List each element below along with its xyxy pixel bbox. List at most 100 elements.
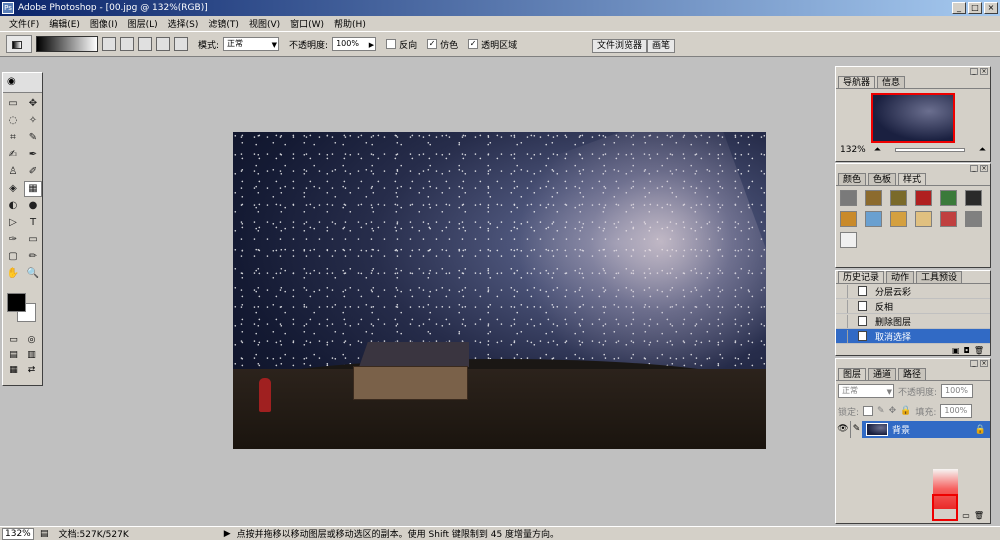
history-source-check[interactable] bbox=[836, 299, 848, 313]
menu-select[interactable]: 选择(S) bbox=[163, 17, 204, 30]
style-swatch[interactable] bbox=[840, 232, 857, 248]
menu-filter[interactable]: 滤镜(T) bbox=[203, 17, 244, 30]
angle-gradient-button[interactable] bbox=[138, 37, 152, 51]
tab-actions[interactable]: 动作 bbox=[886, 271, 915, 283]
zoom-in-icon[interactable]: ⏶ bbox=[979, 145, 986, 155]
zoom-slider[interactable] bbox=[894, 148, 965, 152]
zoom-out-icon[interactable]: ⏶ bbox=[874, 145, 881, 155]
status-zoom-input[interactable]: 132% bbox=[2, 527, 34, 540]
hand-tool-icon[interactable]: ✋ bbox=[4, 266, 22, 282]
brushes-tab[interactable]: 画笔 bbox=[647, 39, 676, 53]
new-layer-icon[interactable]: ▭ bbox=[962, 511, 970, 520]
path-selection-tool-icon[interactable]: ▷ bbox=[4, 215, 22, 231]
navigator-zoom-value[interactable]: 132% bbox=[840, 145, 866, 155]
history-brush-tool-icon[interactable]: ✐ bbox=[24, 164, 42, 180]
style-swatch[interactable] bbox=[915, 190, 932, 206]
gradient-picker[interactable] bbox=[36, 36, 98, 52]
menu-window[interactable]: 窗口(W) bbox=[285, 17, 329, 30]
history-item[interactable]: 分层云彩 bbox=[836, 284, 990, 299]
lock-all-icon[interactable]: 🔒 bbox=[900, 406, 911, 416]
move-tool-icon[interactable]: ✥ bbox=[24, 96, 42, 112]
brush-tool-icon[interactable]: ✒ bbox=[24, 147, 42, 163]
maximize-button[interactable]: □ bbox=[968, 2, 982, 14]
type-tool-icon[interactable]: T bbox=[24, 215, 42, 231]
eraser-tool-icon[interactable]: ◈ bbox=[4, 181, 22, 197]
lock-transparency-checkbox[interactable] bbox=[863, 406, 874, 416]
style-swatch[interactable] bbox=[840, 190, 857, 206]
style-swatch[interactable] bbox=[965, 190, 982, 206]
eye-icon[interactable]: 👁 bbox=[836, 421, 850, 438]
panel-minimize-button[interactable]: _ bbox=[970, 165, 978, 172]
shape-tool-icon[interactable]: ▭ bbox=[24, 232, 42, 248]
diamond-gradient-button[interactable] bbox=[174, 37, 188, 51]
screen-mode-full-icon[interactable]: ▦ bbox=[5, 363, 22, 377]
lock-move-icon[interactable]: ✥ bbox=[889, 406, 897, 416]
menu-image[interactable]: 图像(I) bbox=[85, 17, 123, 30]
fill-input[interactable]: 100% bbox=[940, 404, 973, 418]
panel-minimize-button[interactable]: _ bbox=[970, 68, 978, 75]
tab-layers[interactable]: 图层 bbox=[838, 368, 867, 380]
gradient-tool-icon[interactable]: ▦ bbox=[24, 181, 42, 197]
style-swatch[interactable] bbox=[965, 211, 982, 227]
layer-opacity-input[interactable]: 100% bbox=[941, 384, 974, 398]
history-item[interactable]: 反相 bbox=[836, 299, 990, 314]
style-swatch[interactable] bbox=[940, 190, 957, 206]
linear-gradient-button[interactable] bbox=[102, 37, 116, 51]
reverse-checkbox[interactable] bbox=[386, 39, 397, 49]
navigator-thumbnail[interactable] bbox=[871, 93, 955, 143]
history-item-selected[interactable]: 取消选择 bbox=[836, 329, 990, 344]
reflected-gradient-button[interactable] bbox=[156, 37, 170, 51]
style-swatch[interactable] bbox=[940, 211, 957, 227]
notes-tool-icon[interactable]: ▢ bbox=[4, 249, 22, 265]
radial-gradient-button[interactable] bbox=[120, 37, 134, 51]
mode-select[interactable]: 正常 ▼ bbox=[223, 37, 280, 51]
style-swatch[interactable] bbox=[915, 211, 932, 227]
eyedropper-tool-icon[interactable]: ✏ bbox=[24, 249, 42, 265]
jump-to-imageready-icon[interactable]: ⇄ bbox=[23, 363, 40, 377]
crop-tool-icon[interactable]: ⌗ bbox=[4, 130, 22, 146]
trash-icon[interactable]: 🗑 bbox=[974, 346, 984, 355]
opacity-input[interactable]: 100% ▶ bbox=[332, 37, 377, 51]
menu-edit[interactable]: 编辑(E) bbox=[44, 17, 85, 30]
transparency-checkbox[interactable]: ✓ bbox=[468, 39, 479, 49]
history-source-check[interactable] bbox=[836, 284, 848, 298]
layer-row-background[interactable]: 👁 ✎ 背景 🔒 bbox=[836, 421, 990, 438]
tab-tool-presets[interactable]: 工具预设 bbox=[916, 271, 963, 283]
document-canvas[interactable] bbox=[233, 132, 766, 449]
clone-stamp-tool-icon[interactable]: ♙ bbox=[4, 164, 22, 180]
style-swatch[interactable] bbox=[840, 211, 857, 227]
transparency-option[interactable]: ✓ 透明区域 bbox=[468, 38, 517, 51]
panel-minimize-button[interactable]: _ bbox=[970, 360, 978, 367]
dither-checkbox[interactable]: ✓ bbox=[427, 39, 438, 49]
panel-close-button[interactable]: × bbox=[980, 165, 988, 172]
lasso-tool-icon[interactable]: ◌ bbox=[4, 113, 22, 129]
dither-option[interactable]: ✓ 仿色 bbox=[427, 38, 458, 51]
tab-color[interactable]: 颜色 bbox=[838, 173, 867, 185]
new-document-icon[interactable]: ▣ bbox=[952, 346, 960, 355]
snapshot-icon[interactable]: ◘ bbox=[964, 346, 970, 355]
close-button[interactable]: × bbox=[984, 2, 998, 14]
screen-mode-standard-icon[interactable]: ▤ bbox=[5, 348, 22, 362]
layer-blend-select[interactable]: 正常 ▼ bbox=[838, 384, 894, 398]
tab-history[interactable]: 历史记录 bbox=[838, 271, 885, 283]
menu-file[interactable]: 文件(F) bbox=[4, 17, 44, 30]
adobe-online-icon[interactable]: ◉ bbox=[7, 76, 16, 87]
tab-channels[interactable]: 通道 bbox=[868, 368, 897, 380]
dodge-tool-icon[interactable]: ● bbox=[24, 198, 42, 214]
standard-mode-icon[interactable]: ▭ bbox=[5, 333, 22, 347]
blur-tool-icon[interactable]: ◐ bbox=[4, 198, 22, 214]
menu-help[interactable]: 帮助(H) bbox=[329, 17, 371, 30]
healing-brush-tool-icon[interactable]: ✍ bbox=[4, 147, 22, 163]
history-source-check[interactable] bbox=[836, 329, 848, 343]
tab-navigator[interactable]: 导航器 bbox=[838, 76, 876, 88]
tool-preset-picker[interactable] bbox=[6, 35, 32, 53]
screen-mode-menu-icon[interactable]: ▥ bbox=[23, 348, 40, 362]
minimize-button[interactable]: _ bbox=[952, 2, 966, 14]
panel-close-button[interactable]: × bbox=[980, 360, 988, 367]
history-item[interactable]: 删除图层 bbox=[836, 314, 990, 329]
style-swatch[interactable] bbox=[865, 190, 882, 206]
panel-close-button[interactable]: × bbox=[980, 68, 988, 75]
tab-swatches[interactable]: 色板 bbox=[868, 173, 897, 185]
tab-info[interactable]: 信息 bbox=[877, 76, 906, 88]
style-swatch[interactable] bbox=[890, 211, 907, 227]
